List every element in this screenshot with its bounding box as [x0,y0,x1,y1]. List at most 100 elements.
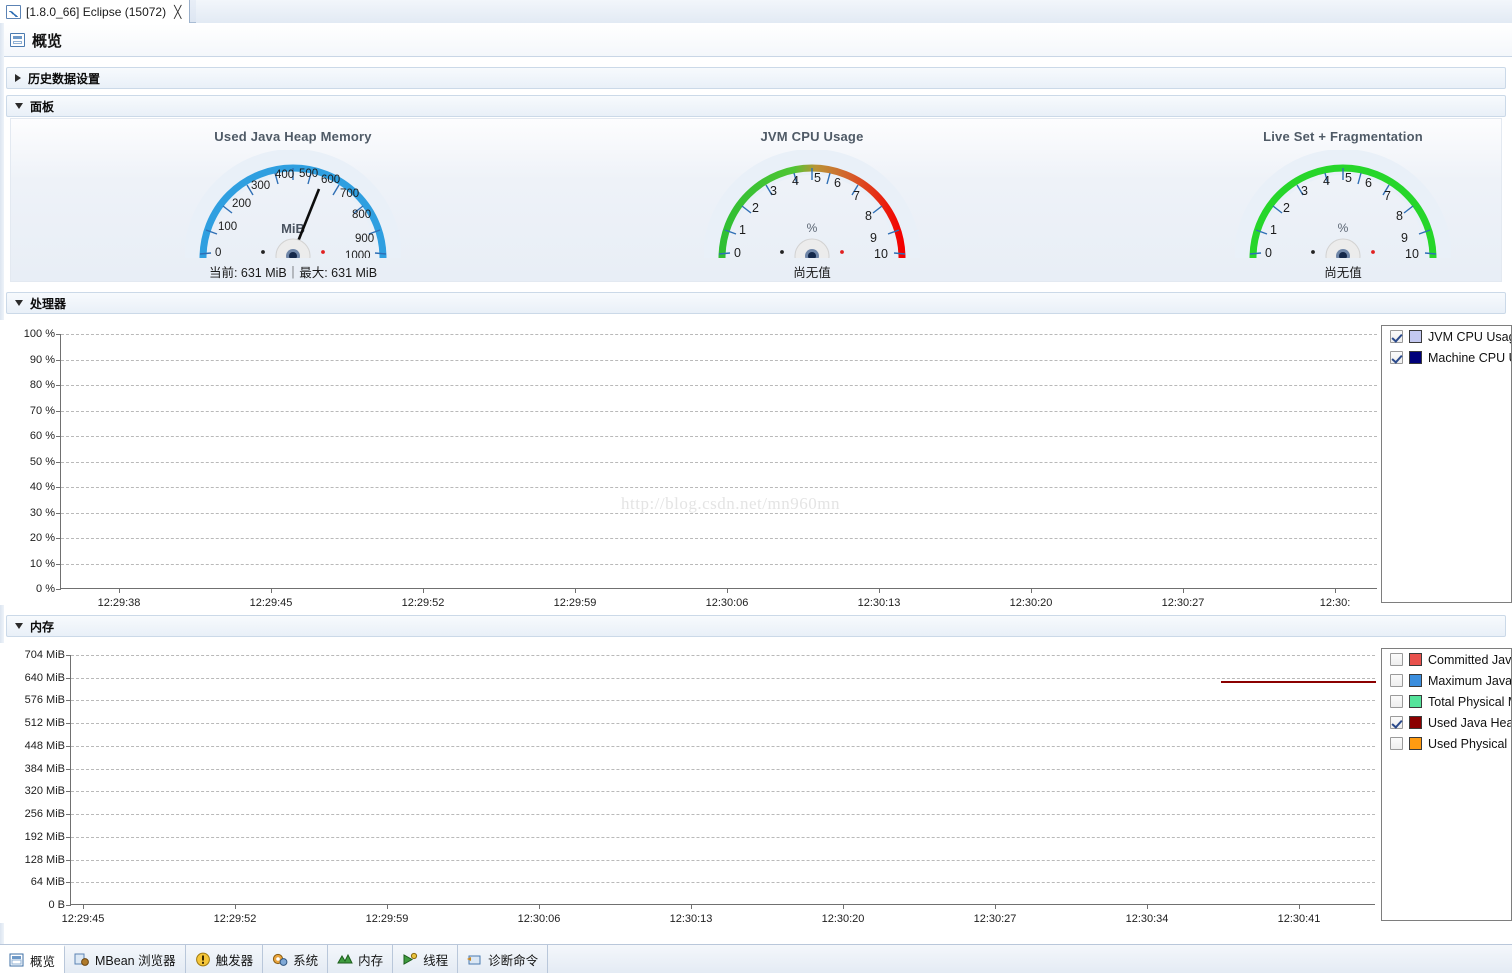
svg-text:500: 500 [299,168,318,180]
section-header-dashboard[interactable]: 面板 [6,95,1506,117]
gridline [61,334,1377,335]
legend-row[interactable]: Committed Java [1382,649,1511,670]
memory-chart-legend[interactable]: Committed Java Maximum Java Total Physica… [1381,648,1512,921]
legend-checkbox[interactable] [1390,351,1403,364]
x-axis-tick [1147,904,1148,909]
svg-text:5: 5 [814,171,821,185]
chart-line-icon [6,4,21,19]
legend-row[interactable]: Total Physical M [1382,691,1511,712]
section-header-history[interactable]: 历史数据设置 [6,67,1506,89]
gridline [61,359,1377,361]
svg-text:10: 10 [1405,247,1419,258]
svg-text:1000: 1000 [345,250,371,258]
y-axis-label: 640 MiB [24,671,65,684]
bottom-tab-3[interactable]: 触发器 [186,945,264,973]
svg-text:400: 400 [275,169,294,181]
x-axis-tick [691,904,692,909]
svg-text:1: 1 [739,223,746,237]
y-axis-label: 384 MiB [24,762,65,775]
memory-chart[interactable]: 0 B 64 MiB 128 MiB 192 MiB 256 MiB 320 MiB 384… [0,643,1380,925]
x-axis-tick [1031,588,1032,593]
gridline [71,814,1375,816]
gridline [61,461,1377,463]
legend-color-swatch [1409,695,1422,708]
x-axis-tick [843,904,844,909]
gauge-jvm-cpu-usage[interactable]: JVM CPU Usage 0 1 2 3 4 5 6 7 8 9 10 % 尚… [642,119,982,283]
svg-text:9: 9 [870,231,877,245]
legend-checkbox[interactable] [1390,716,1403,729]
bottom-tab-4[interactable]: 系统 [263,945,329,973]
gridline [61,538,1377,539]
overview-icon [10,33,25,47]
y-axis-label: 256 MiB [24,808,65,821]
legend-checkbox[interactable] [1390,330,1403,343]
svg-text:9: 9 [1401,231,1408,245]
x-axis-label: 12:29:45 [61,913,105,925]
tabbar-filler [196,0,1512,23]
close-icon[interactable]: ╳ [174,5,181,19]
svg-text:%: % [1338,221,1349,235]
gridline [71,745,1375,747]
gridline [61,436,1377,437]
page-title: 概览 [0,24,1512,57]
svg-text:600: 600 [321,174,340,186]
window-tab-eclipse[interactable]: [1.8.0_66] Eclipse (15072) ╳ [0,0,191,23]
legend-series-label: Total Physical M [1428,694,1512,709]
y-axis-label: 512 MiB [24,717,65,730]
svg-text:300: 300 [251,180,270,192]
gridline [71,882,1375,884]
window-tab-label: [1.8.0_66] Eclipse (15072) [26,4,167,19]
svg-text:700: 700 [340,188,359,200]
legend-series-label: Used Physical M [1428,736,1512,751]
bottom-tab-5[interactable]: 内存 [328,945,394,973]
bottom-tab-6[interactable]: 线程 [393,945,459,973]
x-axis-tick [727,588,728,593]
svg-text:800: 800 [352,209,371,221]
bottom-tab-2[interactable]: MBean 浏览器 [65,945,186,973]
x-axis-label: 12:30:27 [973,913,1017,925]
gauge-live-set-fragmentation[interactable]: Live Set + Fragmentation 0 1 2 3 4 5 6 7… [1173,119,1512,283]
legend-row[interactable]: Used Physical M [1382,733,1511,754]
legend-color-swatch [1409,351,1422,364]
legend-checkbox[interactable] [1390,695,1403,708]
x-axis-tick [1299,904,1300,909]
y-axis-tick [66,905,71,906]
section-header-processor[interactable]: 处理器 [6,292,1506,314]
chevron-down-icon [15,623,23,629]
x-axis-tick [119,588,120,593]
series-line [1221,680,1376,683]
legend-checkbox[interactable] [1390,653,1403,666]
x-axis-label: 12:29:45 [249,597,293,609]
svg-text:2: 2 [752,201,759,215]
legend-row[interactable]: Maximum Java [1382,670,1511,691]
page-title-label: 概览 [32,32,63,50]
legend-row[interactable]: Used Java Heap [1382,712,1511,733]
legend-checkbox[interactable] [1390,737,1403,750]
legend-checkbox[interactable] [1390,674,1403,687]
processor-chart-legend[interactable]: JVM CPU Usage Machine CPU U [1381,325,1512,603]
legend-row[interactable]: Machine CPU U [1382,347,1511,368]
gauge-footer: 尚无值 [1324,266,1362,280]
overview-icon [9,953,25,968]
processor-chart[interactable]: 0 % 10 % 20 % 30 % 40 % 50 % 60 % 70 % 80 % 90 % 1… [0,320,1380,609]
svg-text:900: 900 [355,233,374,245]
svg-text:100: 100 [218,221,237,233]
gauge-used-java-heap-memory[interactable]: Used Java Heap Memory 0 100 200 300 400 … [123,119,463,283]
section-header-memory[interactable]: 内存 [6,615,1506,637]
bottom-tab-1[interactable]: 概览 [0,945,66,973]
svg-text:0: 0 [734,246,741,258]
bottom-tab-label: 系统 [293,953,319,968]
x-axis-label: 12:29:52 [401,597,445,609]
svg-text:3: 3 [1301,184,1308,198]
svg-text:0: 0 [1265,246,1272,258]
y-axis-label: 128 MiB [24,853,65,866]
svg-text:5: 5 [1345,171,1352,185]
x-axis-label: 12:30:20 [821,913,865,925]
trigger-icon [195,952,211,967]
legend-color-swatch [1409,737,1422,750]
legend-row[interactable]: JVM CPU Usage [1382,326,1511,347]
x-axis-tick [879,588,880,593]
legend-color-swatch [1409,653,1422,666]
y-axis-tick [56,589,61,590]
bottom-tab-7[interactable]: 诊断命令 [458,945,549,973]
